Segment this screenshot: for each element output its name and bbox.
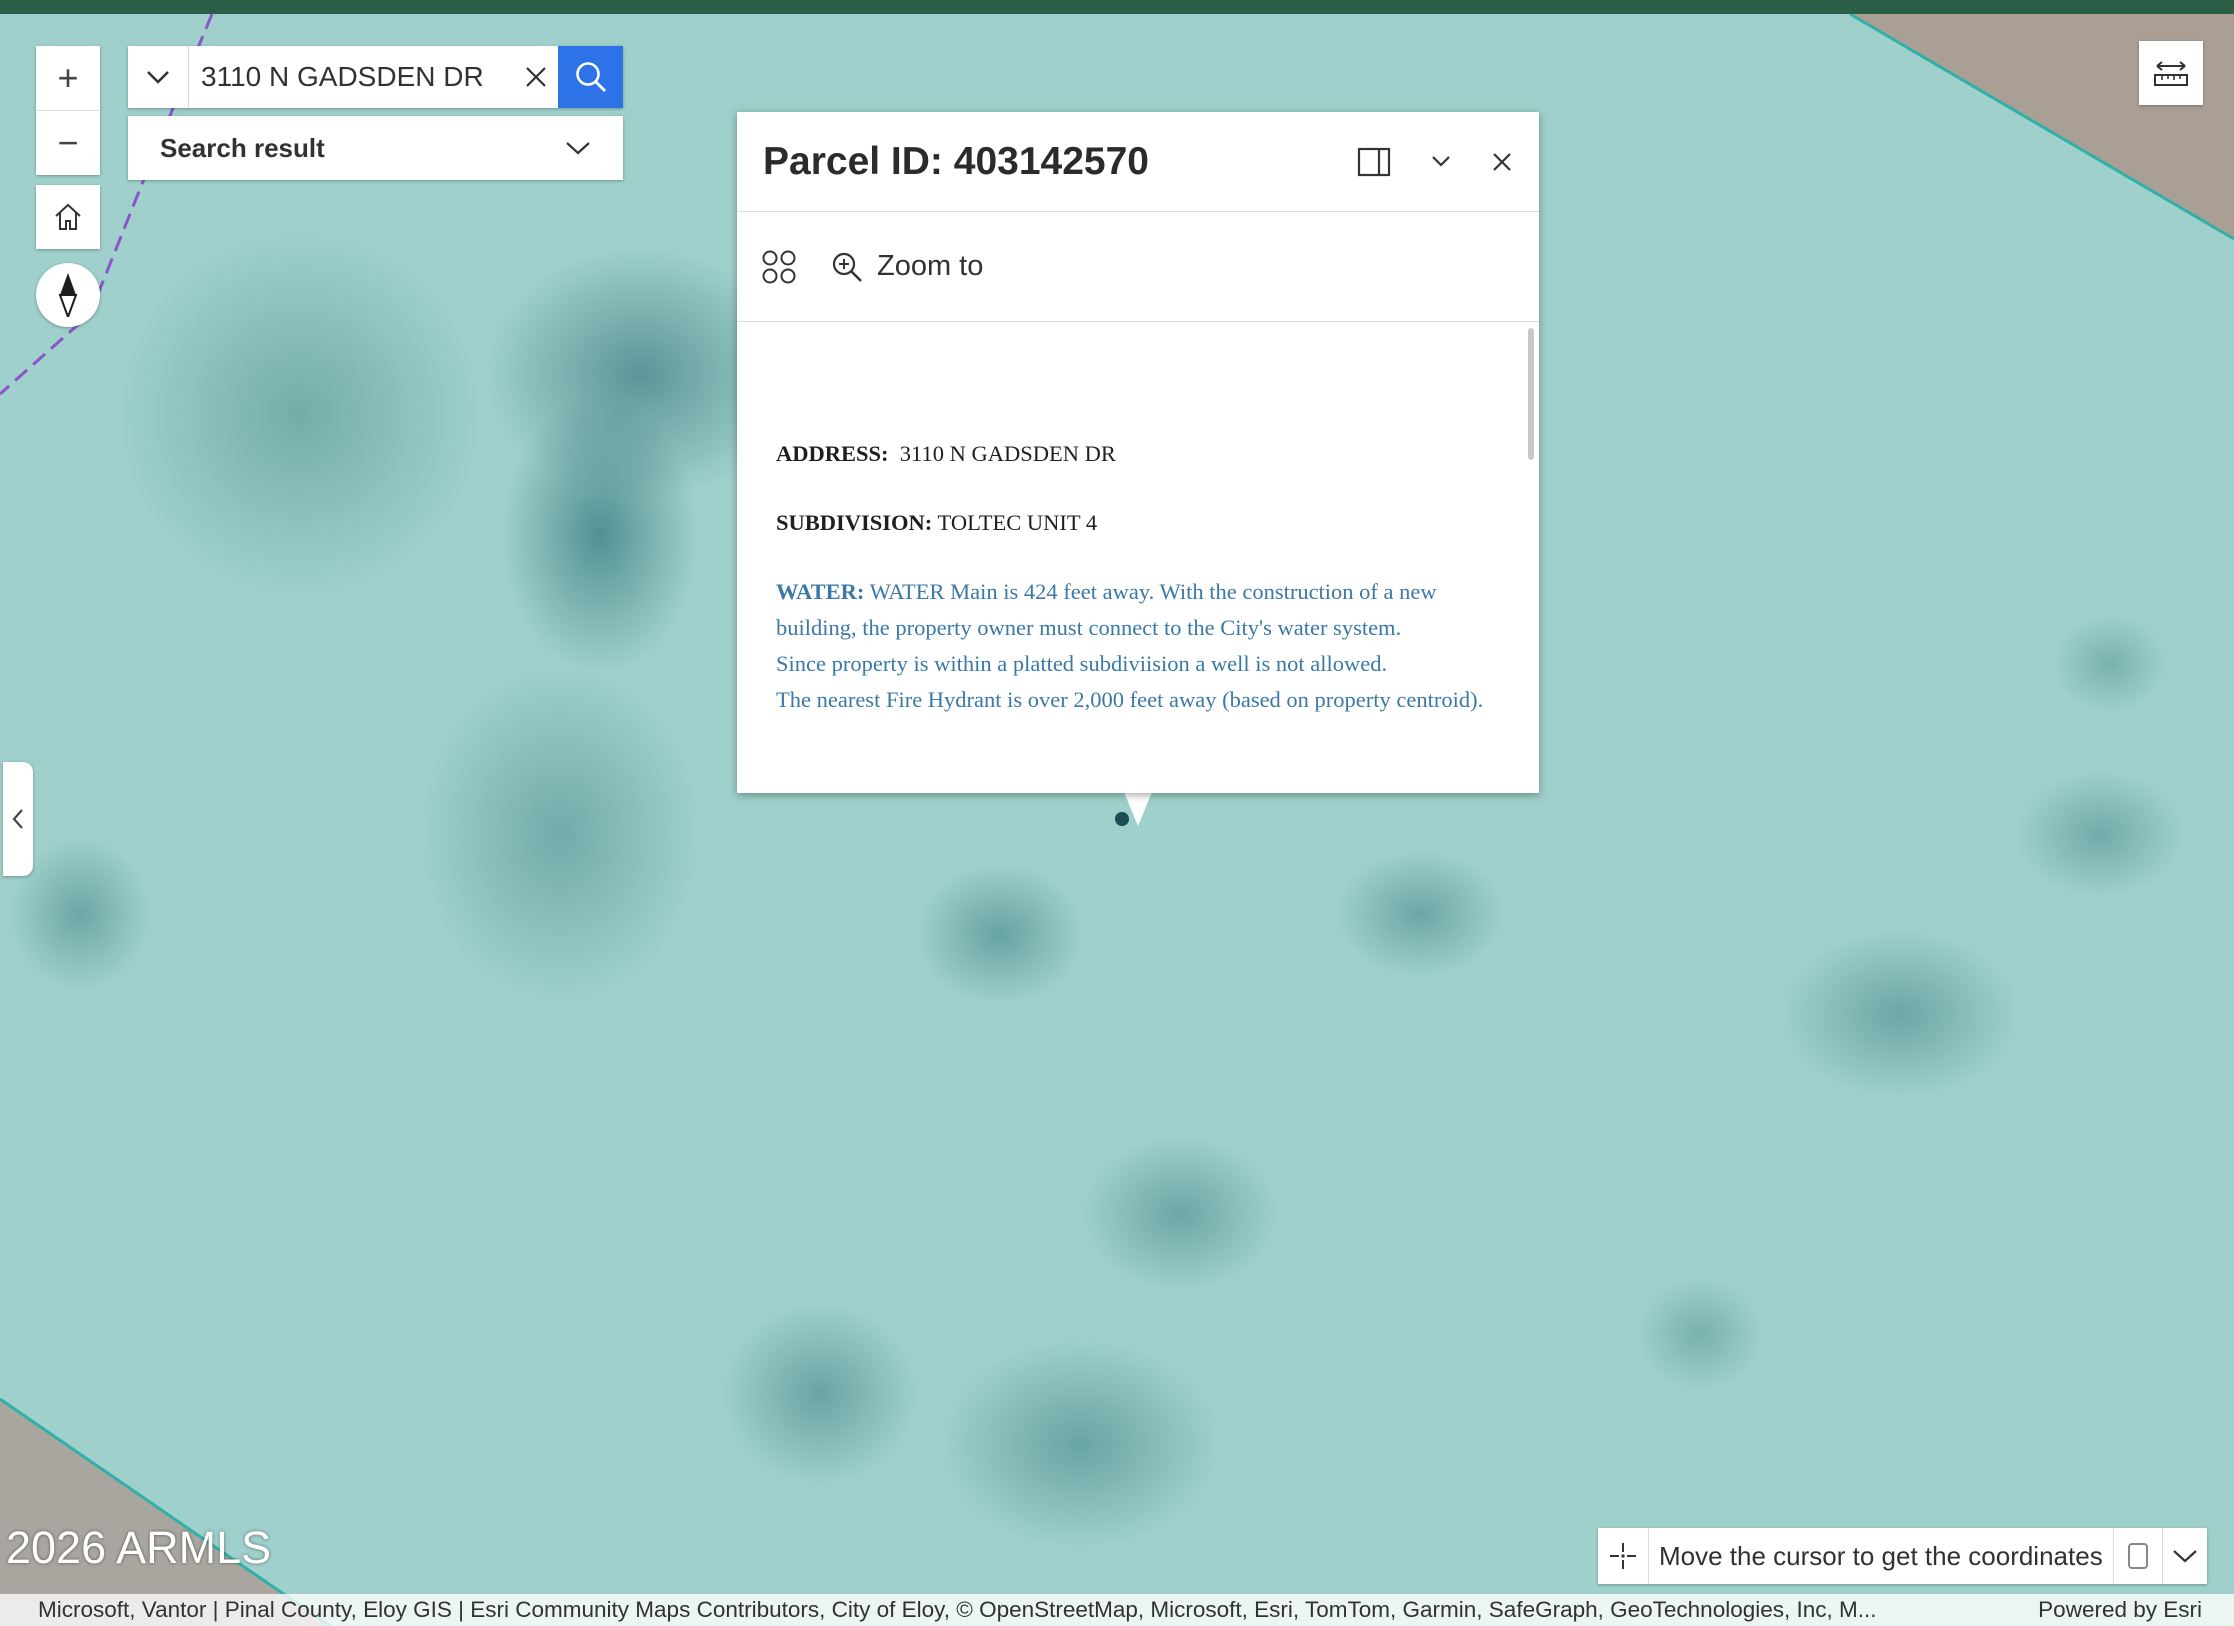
- copy-coordinates-button[interactable]: [2114, 1528, 2163, 1584]
- close-icon[interactable]: [1491, 151, 1513, 173]
- compass-button[interactable]: [36, 263, 100, 327]
- popup-title: Parcel ID: 403142570: [763, 139, 1149, 183]
- top-header-bar: [0, 0, 2234, 14]
- subdivision-label: SUBDIVISION:: [776, 510, 933, 535]
- address-value: 3110 N GADSDEN DR: [899, 441, 1116, 466]
- home-button[interactable]: [36, 185, 100, 249]
- coordinate-locate-button[interactable]: [1598, 1528, 1649, 1584]
- side-panel-toggle[interactable]: [3, 762, 33, 876]
- clear-search-button[interactable]: [514, 46, 558, 108]
- search-bar: [128, 46, 623, 108]
- coordinate-widget: Move the cursor to get the coordinates: [1598, 1528, 2207, 1584]
- subdivision-field: SUBDIVISION: TOLTEC UNIT 4: [776, 505, 1499, 541]
- measure-icon: [2154, 61, 2188, 86]
- zoom-to-label: Zoom to: [877, 250, 984, 282]
- attribution-bar: Microsoft, Vantor | Pinal County, Eloy G…: [0, 1594, 2234, 1626]
- popup-header: Parcel ID: 403142570: [737, 112, 1539, 212]
- parcel-popup: Parcel ID: 403142570 Zoom to ADDRESS: 31…: [737, 112, 1539, 793]
- chevron-down-icon: [147, 71, 169, 84]
- zoom-out-button[interactable]: −: [36, 110, 100, 175]
- plus-icon: +: [57, 57, 79, 98]
- search-button[interactable]: [558, 46, 623, 108]
- coordinate-readout: Move the cursor to get the coordinates: [1649, 1528, 2114, 1584]
- search-input[interactable]: [189, 46, 514, 108]
- zoom-in-icon: [832, 252, 862, 282]
- attribution-text[interactable]: Microsoft, Vantor | Pinal County, Eloy G…: [38, 1597, 1877, 1623]
- water-label: WATER:: [776, 579, 865, 604]
- water-field: WATER: WATER Main is 424 feet away. With…: [776, 574, 1499, 718]
- zoom-to-button[interactable]: Zoom to: [831, 250, 983, 283]
- coordinate-options-button[interactable]: [2163, 1528, 2207, 1584]
- close-icon: [526, 67, 546, 87]
- popup-scrollbar[interactable]: [1528, 328, 1534, 460]
- address-label: ADDRESS:: [776, 441, 889, 466]
- water-well-text: Since property is within a platted subdi…: [776, 651, 1388, 676]
- collapse-icon[interactable]: [1419, 152, 1463, 172]
- search-result-label: Search result: [160, 132, 325, 163]
- chevron-left-icon: [12, 809, 23, 829]
- watermark: 2026 ARMLS: [6, 1522, 272, 1573]
- zoom-controls: + −: [36, 46, 100, 175]
- more-actions-icon[interactable]: [761, 249, 797, 285]
- search-icon: [575, 62, 606, 92]
- chevron-down-icon: [2172, 1550, 2197, 1563]
- chevron-down-icon: [566, 142, 590, 155]
- popup-header-actions: [1357, 147, 1513, 177]
- popup-body[interactable]: ADDRESS: 3110 N GADSDEN DR SUBDIVISION: …: [737, 322, 1539, 790]
- powered-by-esri[interactable]: Powered by Esri: [2038, 1597, 2202, 1623]
- subdivision-value: TOLTEC UNIT 4: [937, 510, 1098, 535]
- popup-actions: Zoom to: [737, 212, 1539, 322]
- home-icon: [55, 203, 81, 230]
- copy-icon: [2127, 1543, 2148, 1569]
- search-source-dropdown[interactable]: [128, 46, 189, 108]
- map-controls: + −: [36, 46, 100, 327]
- location-pin[interactable]: [1113, 810, 1131, 828]
- compass-icon: [58, 273, 78, 317]
- water-text: WATER Main is 424 feet away. With the co…: [776, 579, 1437, 640]
- search-widget: Search result: [128, 46, 623, 180]
- search-result-dropdown[interactable]: Search result: [128, 116, 623, 180]
- measure-button[interactable]: [2139, 41, 2203, 105]
- water-hydrant-text: The nearest Fire Hydrant is over 2,000 f…: [776, 687, 1484, 712]
- crosshair-icon: [1610, 1543, 1636, 1569]
- zoom-in-button[interactable]: +: [36, 46, 100, 110]
- dock-icon[interactable]: [1357, 147, 1391, 177]
- address-field: ADDRESS: 3110 N GADSDEN DR: [776, 436, 1499, 472]
- minus-icon: −: [57, 122, 79, 163]
